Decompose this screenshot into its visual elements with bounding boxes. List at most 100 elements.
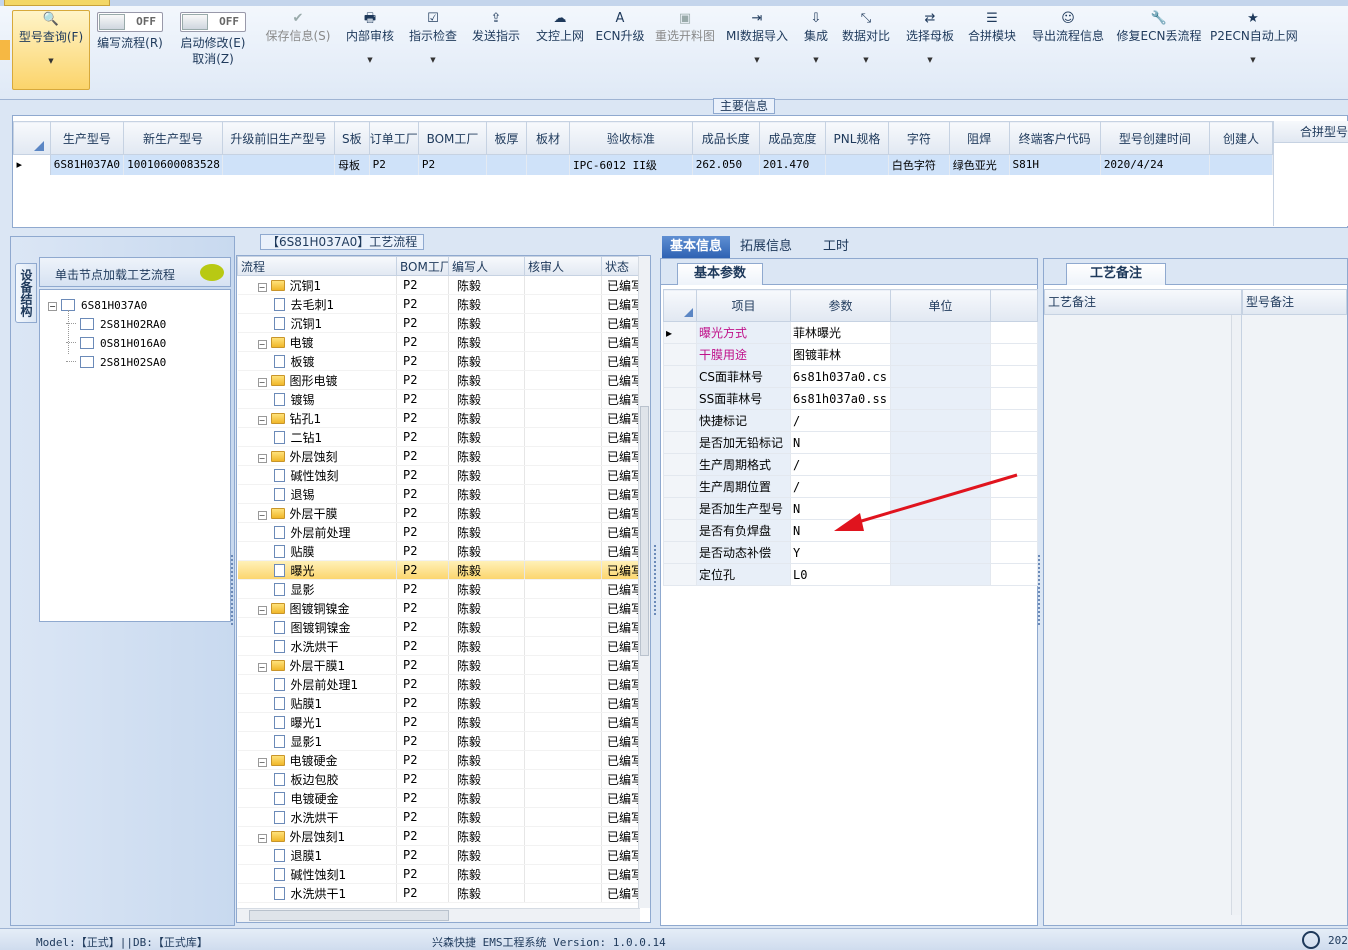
flow-step-cell[interactable]: 板边包胶 bbox=[237, 769, 397, 789]
ribbon-button-18[interactable]: ★ P2ECN自动上网 ▼ bbox=[1210, 10, 1298, 90]
param-row[interactable]: 快捷标记 / bbox=[663, 409, 1038, 432]
flow-step-cell[interactable]: 水洗烘干1 bbox=[237, 883, 397, 903]
main-cell[interactable] bbox=[486, 154, 527, 175]
flow-row[interactable]: 图镀铜镍金 P2 陈毅 已编写 bbox=[237, 617, 641, 637]
ribbon-button-3[interactable]: OFF 启动修改(E) 取消(Z) bbox=[178, 10, 248, 90]
flow-row[interactable]: 水洗烘干1 P2 陈毅 已编写 bbox=[237, 883, 641, 903]
model-remarks-textarea[interactable] bbox=[1242, 315, 1347, 925]
chevron-down-icon[interactable]: ▼ bbox=[724, 56, 790, 64]
flow-row[interactable]: − 外层蚀刻 P2 陈毅 已编写 bbox=[237, 446, 641, 466]
main-cell[interactable]: S81H bbox=[1009, 154, 1101, 175]
main-cell[interactable] bbox=[825, 154, 889, 175]
flow-col-header[interactable]: 流程 bbox=[237, 256, 397, 276]
flow-step-cell[interactable]: 碱性蚀刻 bbox=[237, 465, 397, 485]
flow-step-cell[interactable]: 贴膜 bbox=[237, 541, 397, 561]
chevron-down-icon[interactable]: ▼ bbox=[343, 56, 397, 64]
detail-tab-2[interactable]: 拓展信息 bbox=[732, 236, 800, 258]
flow-step-cell[interactable]: 图镀铜镍金 bbox=[237, 617, 397, 637]
flow-step-cell[interactable]: − 电镀 bbox=[237, 332, 397, 352]
flow-step-cell[interactable]: 外层前处理 bbox=[237, 522, 397, 542]
param-row[interactable]: 定位孔 L0 bbox=[663, 563, 1038, 586]
toggle-switch[interactable]: OFF bbox=[180, 12, 246, 32]
collapse-icon[interactable]: − bbox=[257, 453, 267, 463]
main-col-header[interactable]: 生产型号 bbox=[49, 121, 125, 155]
flow-step-cell[interactable]: 退膜1 bbox=[237, 845, 397, 865]
flow-scrollbar-thumb[interactable] bbox=[640, 406, 649, 656]
collapse-icon[interactable]: − bbox=[257, 510, 267, 520]
main-col-header[interactable]: 板厚 bbox=[486, 121, 527, 155]
flow-row[interactable]: 退锡 P2 陈毅 已编写 bbox=[237, 484, 641, 504]
ribbon-button-12[interactable]: ⇩ 集成 ▼ bbox=[800, 10, 832, 90]
main-col-header[interactable]: 成品宽度 bbox=[758, 121, 826, 155]
collapse-icon[interactable]: − bbox=[257, 377, 267, 387]
flow-row[interactable]: 显影1 P2 陈毅 已编写 bbox=[237, 731, 641, 751]
main-cell[interactable]: 白色字符 bbox=[888, 154, 950, 175]
main-col-header[interactable]: 板材 bbox=[525, 121, 570, 155]
param-row[interactable]: 干膜用途 图镀菲林 bbox=[663, 343, 1038, 366]
main-info-row[interactable]: ▸ 6S81H037A0 10010600083528 母板 P2 P2 IPC-6012 … bbox=[13, 154, 1274, 175]
flow-row[interactable]: − 电镀 P2 陈毅 已编写 bbox=[237, 332, 641, 352]
flow-step-cell[interactable]: 去毛刺1 bbox=[237, 294, 397, 314]
main-cell[interactable]: P2 bbox=[369, 154, 419, 175]
param-unit[interactable] bbox=[890, 387, 991, 410]
collapse-icon[interactable]: − bbox=[257, 757, 267, 767]
flow-step-cell[interactable]: 板镀 bbox=[237, 351, 397, 371]
ribbon-button-8[interactable]: ☁ 文控上网 bbox=[532, 10, 588, 90]
flow-step-cell[interactable]: 曝光1 bbox=[237, 712, 397, 732]
main-cell[interactable]: 10010600083528 bbox=[123, 154, 223, 175]
collapse-icon[interactable]: − bbox=[257, 339, 267, 349]
ribbon-button-1[interactable]: 🔍 型号查询(F) ▼ bbox=[12, 10, 90, 90]
app-tab[interactable] bbox=[4, 0, 110, 6]
main-col-header[interactable]: 订单工厂 bbox=[368, 121, 419, 155]
flow-row[interactable]: 显影 P2 陈毅 已编写 bbox=[237, 579, 641, 599]
flow-step-cell[interactable]: 电镀硬金 bbox=[237, 788, 397, 808]
flow-step-cell[interactable]: 碱性蚀刻1 bbox=[237, 864, 397, 884]
flow-step-cell[interactable]: − 外层蚀刻 bbox=[237, 446, 397, 466]
main-cell[interactable]: 6S81H037A0 bbox=[50, 154, 125, 175]
param-unit[interactable] bbox=[890, 563, 991, 586]
flow-step-cell[interactable]: − 图镀铜镍金 bbox=[237, 598, 397, 618]
flow-row[interactable]: − 电镀硬金 P2 陈毅 已编写 bbox=[237, 750, 641, 770]
flow-vertical-scrollbar[interactable] bbox=[638, 256, 650, 908]
flow-col-header[interactable]: 核审人 bbox=[524, 256, 602, 276]
main-col-header[interactable]: 终端客户代码 bbox=[1008, 121, 1101, 155]
right-splitter[interactable] bbox=[1038, 555, 1042, 625]
main-cell[interactable] bbox=[222, 154, 336, 175]
params-col-header[interactable]: 参数 bbox=[790, 289, 891, 322]
flow-step-cell[interactable]: − 外层干膜1 bbox=[237, 655, 397, 675]
flow-step-cell[interactable]: 镀锡 bbox=[237, 389, 397, 409]
main-col-header[interactable]: 字符 bbox=[887, 121, 950, 155]
param-unit[interactable] bbox=[890, 365, 991, 388]
param-value[interactable]: / bbox=[790, 409, 891, 432]
main-cell[interactable]: 绿色亚光 bbox=[949, 154, 1010, 175]
flow-step-cell[interactable]: 水洗烘干 bbox=[237, 807, 397, 827]
flow-row[interactable]: − 图形电镀 P2 陈毅 已编写 bbox=[237, 370, 641, 390]
device-tree-node[interactable]: 0S81H016A0 bbox=[66, 334, 166, 352]
flow-row[interactable]: 水洗烘干 P2 陈毅 已编写 bbox=[237, 807, 641, 827]
collapse-icon[interactable]: − bbox=[257, 605, 267, 615]
param-value[interactable]: L0 bbox=[790, 563, 891, 586]
collapse-icon[interactable]: − bbox=[48, 302, 57, 311]
flow-row[interactable]: 退膜1 P2 陈毅 已编写 bbox=[237, 845, 641, 865]
flow-step-cell[interactable]: − 电镀硬金 bbox=[237, 750, 397, 770]
flow-row[interactable]: 板镀 P2 陈毅 已编写 bbox=[237, 351, 641, 371]
params-col-header[interactable]: 单位 bbox=[890, 289, 991, 322]
main-col-header[interactable]: 新生产型号 bbox=[123, 121, 223, 155]
flow-step-cell[interactable]: 沉铜1 bbox=[237, 313, 397, 333]
flow-step-cell[interactable]: 显影1 bbox=[237, 731, 397, 751]
flow-step-cell[interactable]: 曝光 bbox=[237, 560, 397, 580]
chevron-down-icon[interactable]: ▼ bbox=[13, 57, 89, 65]
param-row[interactable]: SS面菲林号 6s81h037a0.ss bbox=[663, 387, 1038, 410]
left-splitter[interactable] bbox=[231, 555, 235, 625]
param-row[interactable]: ▸ 曝光方式 菲林曝光 bbox=[663, 321, 1038, 344]
main-col-header[interactable]: 阻焊 bbox=[948, 121, 1010, 155]
device-tree-node[interactable]: 2S81H02RA0 bbox=[66, 315, 166, 333]
flow-step-cell[interactable]: − 钻孔1 bbox=[237, 408, 397, 428]
main-col-header[interactable]: 创建人 bbox=[1208, 121, 1274, 155]
flow-col-header[interactable]: 状态 bbox=[601, 256, 641, 276]
ribbon-button-14[interactable]: ⇄ 选择母板 ▼ bbox=[903, 10, 957, 90]
chevron-down-icon[interactable]: ▼ bbox=[903, 56, 957, 64]
param-value[interactable]: N bbox=[790, 431, 891, 454]
collapse-icon[interactable]: − bbox=[257, 282, 267, 292]
flow-step-cell[interactable]: − 沉铜1 bbox=[237, 275, 397, 295]
